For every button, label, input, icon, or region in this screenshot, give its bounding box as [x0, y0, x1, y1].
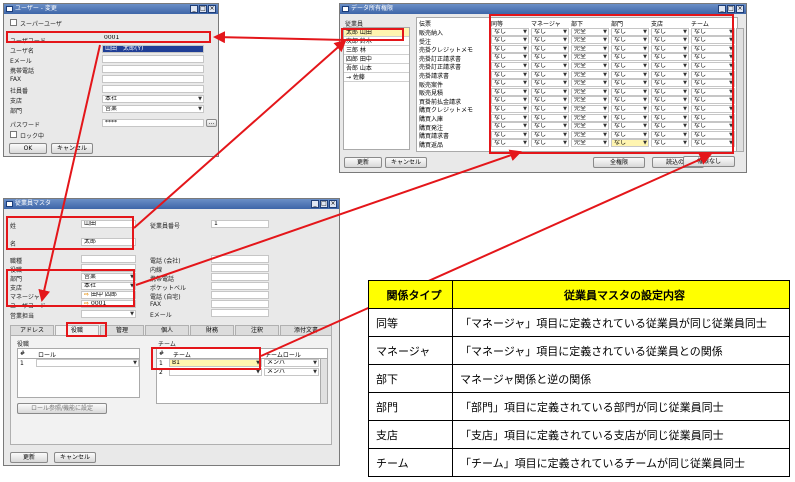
arrow-name-to-employee	[133, 39, 347, 229]
relation-type-cell: チーム	[368, 448, 453, 477]
table-row: 部門 「部門」項目に定義されている部門が同じ従業員同士	[368, 392, 790, 421]
header-relation-type: 関係タイプ	[368, 280, 453, 309]
table-row: 同等 「マネージャ」項目に定義されている従業員が同じ従業員同士	[368, 308, 790, 337]
table-row: 部下 マネージャ関係と逆の関係	[368, 364, 790, 393]
arrow-usercode-to-employee	[213, 31, 346, 44]
relation-desc-cell: 「支店」項目に定義されている支店が同じ従業員同士	[452, 420, 790, 449]
relation-desc-cell: 「マネージャ」項目に定義されている従業員との関係	[452, 336, 790, 365]
relation-type-table: 関係タイプ 従業員マスタの設定内容 同等 「マネージャ」項目に定義されている従業…	[368, 280, 790, 477]
table-row: チーム 「チーム」項目に定義されているチームが同じ従業員同士	[368, 448, 790, 477]
relation-type-cell: 支店	[368, 420, 453, 449]
arrow-usercode-down	[38, 44, 101, 302]
relation-type-cell: 部下	[368, 364, 453, 393]
relation-desc-cell: マネージャ関係と逆の関係	[452, 364, 790, 393]
relation-type-cell: 同等	[368, 308, 453, 337]
relation-desc-cell: 「部門」項目に定義されている部門が同じ従業員同士	[452, 392, 790, 421]
header-setting: 従業員マスタの設定内容	[452, 280, 790, 309]
table-row: 支店 「支店」項目に定義されている支店が同じ従業員同士	[368, 420, 790, 449]
table-row: マネージャ 「マネージャ」項目に定義されている従業員との関係	[368, 336, 790, 365]
relation-type-cell: 部門	[368, 392, 453, 421]
relation-desc-cell: 「マネージャ」項目に定義されている従業員が同じ従業員同士	[452, 308, 790, 337]
relation-type-cell: マネージャ	[368, 336, 453, 365]
relation-desc-cell: 「チーム」項目に定義されているチームが同じ従業員同士	[452, 448, 790, 477]
